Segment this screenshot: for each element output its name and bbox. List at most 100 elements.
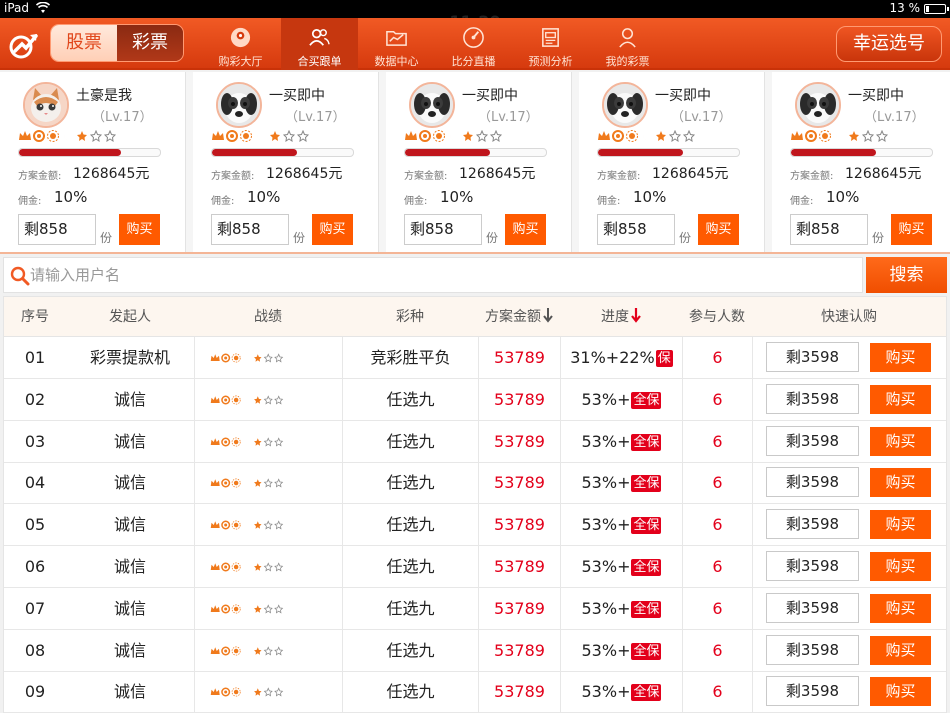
row-share-input[interactable]: 剩3598 (766, 509, 859, 540)
plan-card[interactable]: 一买即中 （Lv.17） 方案金额: 1268645元 佣金: 10% 剩858 份购买 (772, 72, 950, 252)
amount-value: 1268645元 (266, 166, 343, 182)
amount-label: 方案金额: (211, 171, 255, 182)
nav-data-center[interactable]: 数据中心 (358, 18, 435, 70)
row-share-input[interactable]: 剩3598 (766, 425, 859, 456)
buy-button[interactable]: 购买 (505, 214, 546, 245)
lucky-pick-button[interactable]: 幸运选号 (836, 26, 942, 62)
dog-avatar-icon (604, 84, 646, 126)
avatar[interactable] (602, 82, 648, 128)
table-row[interactable]: 08 诚信 任选九 53789 53%+ 全保 6 剩3598 购买 (4, 629, 946, 672)
segment-lottery[interactable]: 彩票 (117, 25, 183, 61)
search-button[interactable]: 搜索 (866, 257, 947, 293)
share-quantity-input[interactable]: 剩858 (790, 214, 868, 245)
row-participants: 6 (682, 504, 752, 546)
row-initiator[interactable]: 诚信 (66, 671, 194, 712)
col-record: 战绩 (254, 309, 282, 325)
nav-lottery-hall[interactable]: 购彩大厅 (202, 18, 279, 70)
row-initiator[interactable]: 诚信 (66, 421, 194, 462)
row-initiator[interactable]: 诚信 (66, 462, 194, 503)
card-user-name[interactable]: 一买即中 (848, 85, 904, 105)
commission-value: 10% (633, 188, 667, 206)
plan-card[interactable]: 一买即中 （Lv.17） 方案金额: 1268645元 佣金: 10% 剩858 份购买 (386, 72, 572, 252)
dog-avatar-icon (411, 84, 453, 126)
row-buy-button[interactable]: 购买 (870, 468, 931, 498)
card-user-name[interactable]: 一买即中 (462, 85, 518, 105)
search-bar (3, 257, 863, 293)
row-share-input[interactable]: 剩3598 (766, 634, 859, 665)
share-quantity-input[interactable]: 剩858 (211, 214, 289, 245)
card-progress-bar (597, 148, 740, 157)
row-buy-button[interactable]: 购买 (870, 552, 931, 581)
card-user-name[interactable]: 土豪是我 (76, 85, 132, 105)
status-bar: iPad 11:20 13 % (0, 0, 950, 31)
plan-card[interactable]: 一买即中 （Lv.17） 方案金额: 1268645元 佣金: 10% 剩858 份购买 (579, 72, 765, 252)
segment-stocks[interactable]: 股票 (51, 25, 117, 61)
row-initiator[interactable]: 诚信 (66, 379, 194, 420)
amount-value: 1268645元 (652, 166, 729, 182)
row-initiator[interactable]: 诚信 (66, 630, 194, 671)
nav-my-lottery[interactable]: 我的彩票 (589, 18, 666, 70)
row-buy-button[interactable]: 购买 (870, 343, 931, 372)
col-lottery: 彩种 (396, 309, 424, 325)
row-initiator[interactable]: 彩票提款机 (66, 337, 194, 378)
col-progress[interactable]: 进度 (560, 297, 682, 337)
row-no: 07 (24, 598, 46, 618)
row-share-input[interactable]: 剩3598 (766, 342, 859, 372)
table-row[interactable]: 03 诚信 任选九 53789 53%+ 全保 6 剩3598 购买 (4, 420, 946, 463)
row-buy-button[interactable]: 购买 (870, 677, 931, 707)
nav-prediction[interactable]: 预测分析 (512, 18, 589, 70)
row-initiator[interactable]: 诚信 (66, 504, 194, 545)
table-row[interactable]: 01 彩票提款机 竞彩胜平负 53789 31%+22% 保 6 剩3598 购买 (4, 337, 946, 379)
row-share-input[interactable]: 剩3598 (766, 676, 859, 707)
card-progress-bar (404, 148, 547, 157)
buy-button[interactable]: 购买 (891, 214, 932, 245)
avatar[interactable] (795, 82, 841, 128)
row-buy-button[interactable]: 购买 (870, 384, 931, 414)
table-row[interactable]: 05 诚信 任选九 53789 53%+ 全保 6 剩3598 购买 (4, 504, 946, 547)
search-input[interactable] (30, 262, 850, 288)
row-participants: 6 (682, 337, 752, 378)
nav-group-buy[interactable]: 合买跟单 (281, 18, 358, 70)
row-buy-button[interactable]: 购买 (870, 510, 931, 540)
plan-card[interactable]: 一买即中 （Lv.17） 方案金额: 1268645元 佣金: 10% 剩858 份购买 (193, 72, 379, 252)
row-buy-button[interactable]: 购买 (870, 426, 931, 456)
record-medals-icon (210, 395, 284, 405)
row-share-input[interactable]: 剩3598 (766, 467, 859, 498)
commission-value: 10% (826, 188, 860, 206)
row-buy-button[interactable]: 购买 (870, 593, 931, 623)
buy-button[interactable]: 购买 (119, 214, 160, 245)
row-initiator[interactable]: 诚信 (66, 588, 194, 629)
row-initiator[interactable]: 诚信 (66, 546, 194, 587)
table-row[interactable]: 09 诚信 任选九 53789 53%+ 全保 6 剩3598 购买 (4, 671, 946, 713)
table-row[interactable]: 04 诚信 任选九 53789 53%+ 全保 6 剩3598 购买 (4, 462, 946, 505)
row-share-input[interactable]: 剩3598 (766, 383, 859, 414)
share-quantity-input[interactable]: 剩858 (597, 214, 675, 245)
plan-card[interactable]: 土豪是我 （Lv.17） 方案金额: 1268645元 佣金: 10% 剩858 份购买 (0, 72, 186, 252)
buy-button[interactable]: 购买 (698, 214, 739, 245)
row-amount: 53789 (478, 337, 560, 378)
avatar[interactable] (216, 82, 262, 128)
avatar[interactable] (409, 82, 455, 128)
table-row[interactable]: 02 诚信 任选九 53789 53%+ 全保 6 剩3598 购买 (4, 378, 946, 421)
table-row[interactable]: 07 诚信 任选九 53789 53%+ 全保 6 剩3598 购买 (4, 587, 946, 630)
row-share-input[interactable]: 剩3598 (766, 551, 859, 581)
share-unit: 份 (293, 231, 306, 245)
nav-live-score[interactable]: 比分直播 (435, 18, 512, 70)
share-quantity-input[interactable]: 剩858 (404, 214, 482, 245)
col-amount[interactable]: 方案金额 (478, 297, 560, 337)
commission-value: 10% (440, 188, 474, 206)
card-user-name[interactable]: 一买即中 (655, 85, 711, 105)
avatar[interactable] (23, 82, 69, 128)
card-user-name[interactable]: 一买即中 (269, 85, 325, 105)
table-row[interactable]: 06 诚信 任选九 53789 53%+ 全保 6 剩3598 购买 (4, 546, 946, 588)
share-quantity-input[interactable]: 剩858 (18, 214, 96, 245)
battery-icon (924, 4, 949, 14)
app-window: iPad 11:20 13 % 股票 彩票 购彩大厅 合买跟单 数据中心 (0, 0, 950, 713)
commission-label: 佣金: (790, 196, 814, 207)
row-lottery: 任选九 (342, 462, 478, 504)
buy-button[interactable]: 购买 (312, 214, 353, 245)
row-share-input[interactable]: 剩3598 (766, 592, 859, 623)
row-progress: 53%+ 全保 (560, 420, 682, 462)
record-medals-icon (598, 130, 696, 142)
row-buy-button[interactable]: 购买 (870, 635, 931, 665)
